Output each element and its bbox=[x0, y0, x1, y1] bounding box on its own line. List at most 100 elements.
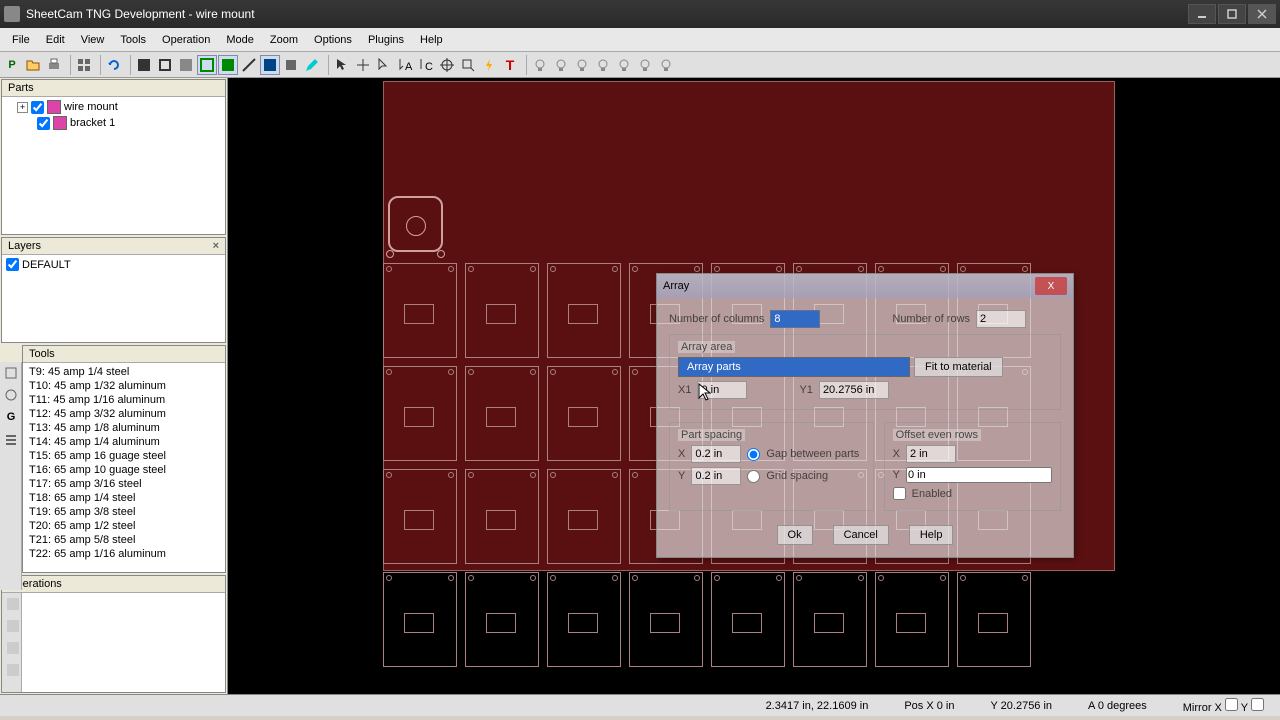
dialog-close-button[interactable]: X bbox=[1035, 277, 1067, 295]
mirror-x-checkbox[interactable] bbox=[1225, 698, 1238, 711]
x1-input[interactable] bbox=[697, 381, 747, 399]
tool-list-item[interactable]: T12: 45 amp 3/32 aluminum bbox=[25, 407, 223, 421]
sel4-icon[interactable]: C bbox=[416, 55, 436, 75]
menu-edit[interactable]: Edit bbox=[38, 31, 73, 49]
open-icon[interactable] bbox=[23, 55, 43, 75]
sy-input[interactable] bbox=[691, 467, 741, 485]
bulb2-icon[interactable] bbox=[551, 55, 571, 75]
text-icon[interactable]: T bbox=[500, 55, 520, 75]
mode-dropdown[interactable]: Array parts Fill array area bbox=[678, 357, 908, 377]
select-icon[interactable] bbox=[332, 55, 352, 75]
panel-close-icon[interactable]: × bbox=[213, 240, 219, 252]
tool-list-item[interactable]: T15: 65 amp 16 guage steel bbox=[25, 449, 223, 463]
tree-item-bracket[interactable]: bracket 1 bbox=[4, 115, 223, 131]
part-checkbox[interactable] bbox=[37, 117, 50, 130]
menu-operation[interactable]: Operation bbox=[154, 31, 218, 49]
vtool1-icon[interactable] bbox=[1, 363, 21, 383]
vtool2-icon[interactable] bbox=[1, 385, 21, 405]
op-tool2-icon[interactable] bbox=[3, 616, 23, 636]
bulb4-icon[interactable] bbox=[593, 55, 613, 75]
tool-list-item[interactable]: T19: 65 amp 3/8 steel bbox=[25, 505, 223, 519]
pencil-icon[interactable] bbox=[302, 55, 322, 75]
tool-list-item[interactable]: T17: 65 amp 3/16 steel bbox=[25, 477, 223, 491]
postprocess-icon[interactable]: P bbox=[2, 55, 22, 75]
grid-icon[interactable] bbox=[74, 55, 94, 75]
layer-item[interactable]: DEFAULT bbox=[4, 257, 223, 272]
tool-list-item[interactable]: T13: 45 amp 1/8 aluminum bbox=[25, 421, 223, 435]
mirror-y-checkbox[interactable] bbox=[1251, 698, 1264, 711]
menu-file[interactable]: File bbox=[4, 31, 38, 49]
rows-input[interactable] bbox=[976, 310, 1026, 328]
oy-input[interactable] bbox=[906, 467, 1052, 483]
nested-part bbox=[629, 572, 703, 667]
bolt-icon[interactable] bbox=[479, 55, 499, 75]
tool-list-item[interactable]: T10: 45 amp 1/32 aluminum bbox=[25, 379, 223, 393]
tools-list[interactable]: T9: 45 amp 1/4 steelT10: 45 amp 1/32 alu… bbox=[23, 363, 225, 572]
bulb3-icon[interactable] bbox=[572, 55, 592, 75]
tool-list-item[interactable]: T21: 65 amp 5/8 steel bbox=[25, 533, 223, 547]
maximize-button[interactable] bbox=[1218, 4, 1246, 24]
ok-button[interactable]: Ok bbox=[777, 525, 813, 545]
tool-list-item[interactable]: T9: 45 amp 1/4 steel bbox=[25, 365, 223, 379]
view3-icon[interactable] bbox=[176, 55, 196, 75]
bulb5-icon[interactable] bbox=[614, 55, 634, 75]
minimize-button[interactable] bbox=[1188, 4, 1216, 24]
part-checkbox[interactable] bbox=[31, 101, 44, 114]
gap-radio[interactable] bbox=[747, 448, 760, 461]
ox-input[interactable] bbox=[906, 445, 956, 463]
view4-icon[interactable] bbox=[197, 55, 217, 75]
view7-icon[interactable] bbox=[260, 55, 280, 75]
y1-input[interactable] bbox=[819, 381, 889, 399]
view6-icon[interactable] bbox=[239, 55, 259, 75]
bulb6-icon[interactable] bbox=[635, 55, 655, 75]
bulb1-icon[interactable] bbox=[530, 55, 550, 75]
close-button[interactable] bbox=[1248, 4, 1276, 24]
sel3-icon[interactable]: A bbox=[395, 55, 415, 75]
move-icon[interactable] bbox=[353, 55, 373, 75]
arrow-icon[interactable] bbox=[458, 55, 478, 75]
menu-mode[interactable]: Mode bbox=[218, 31, 262, 49]
tool-list-item[interactable]: T18: 65 amp 1/4 steel bbox=[25, 491, 223, 505]
undo-icon[interactable] bbox=[104, 55, 124, 75]
cols-input[interactable] bbox=[770, 310, 820, 328]
print-icon[interactable] bbox=[44, 55, 64, 75]
sel2-icon[interactable] bbox=[374, 55, 394, 75]
menu-plugins[interactable]: Plugins bbox=[360, 31, 412, 49]
tool-list-item[interactable]: T22: 65 amp 1/16 aluminum bbox=[25, 547, 223, 561]
enabled-checkbox[interactable] bbox=[893, 487, 906, 500]
canvas[interactable]: Array X Number of columns Number of rows… bbox=[228, 78, 1280, 694]
tree-item-wire-mount[interactable]: + wire mount bbox=[4, 99, 223, 115]
grid-radio[interactable] bbox=[747, 470, 760, 483]
tool-list-item[interactable]: T20: 65 amp 1/2 steel bbox=[25, 519, 223, 533]
tool-list-item[interactable]: T14: 45 amp 1/4 aluminum bbox=[25, 435, 223, 449]
layer-checkbox[interactable] bbox=[6, 258, 19, 271]
cols-label: Number of columns bbox=[669, 313, 764, 325]
menu-tools[interactable]: Tools bbox=[112, 31, 154, 49]
view5-icon[interactable] bbox=[218, 55, 238, 75]
menu-zoom[interactable]: Zoom bbox=[262, 31, 306, 49]
expand-icon[interactable]: + bbox=[17, 102, 28, 113]
tool-list-item[interactable]: T16: 65 amp 10 guage steel bbox=[25, 463, 223, 477]
tool-list-item[interactable]: T11: 45 amp 1/16 aluminum bbox=[25, 393, 223, 407]
view8-icon[interactable] bbox=[281, 55, 301, 75]
menu-view[interactable]: View bbox=[73, 31, 113, 49]
crosshair-icon[interactable] bbox=[437, 55, 457, 75]
bulb7-icon[interactable] bbox=[656, 55, 676, 75]
menu-help[interactable]: Help bbox=[412, 31, 451, 49]
sx-input[interactable] bbox=[691, 445, 741, 463]
vtool4-icon[interactable] bbox=[1, 429, 21, 449]
dialog-titlebar[interactable]: Array X bbox=[657, 274, 1073, 298]
dropdown-option-array[interactable]: Array parts bbox=[679, 358, 909, 376]
op-tool3-icon[interactable] bbox=[3, 638, 23, 658]
array-dialog: Array X Number of columns Number of rows… bbox=[656, 273, 1074, 558]
help-button[interactable]: Help bbox=[909, 525, 954, 545]
menu-options[interactable]: Options bbox=[306, 31, 360, 49]
layers-list: DEFAULT bbox=[2, 255, 225, 342]
op-tool4-icon[interactable] bbox=[3, 660, 23, 680]
cancel-button[interactable]: Cancel bbox=[833, 525, 889, 545]
view2-icon[interactable] bbox=[155, 55, 175, 75]
view1-icon[interactable] bbox=[134, 55, 154, 75]
fit-material-button[interactable]: Fit to material bbox=[914, 357, 1003, 377]
op-tool1-icon[interactable] bbox=[3, 594, 23, 614]
vtool3-icon[interactable]: G bbox=[1, 407, 21, 427]
